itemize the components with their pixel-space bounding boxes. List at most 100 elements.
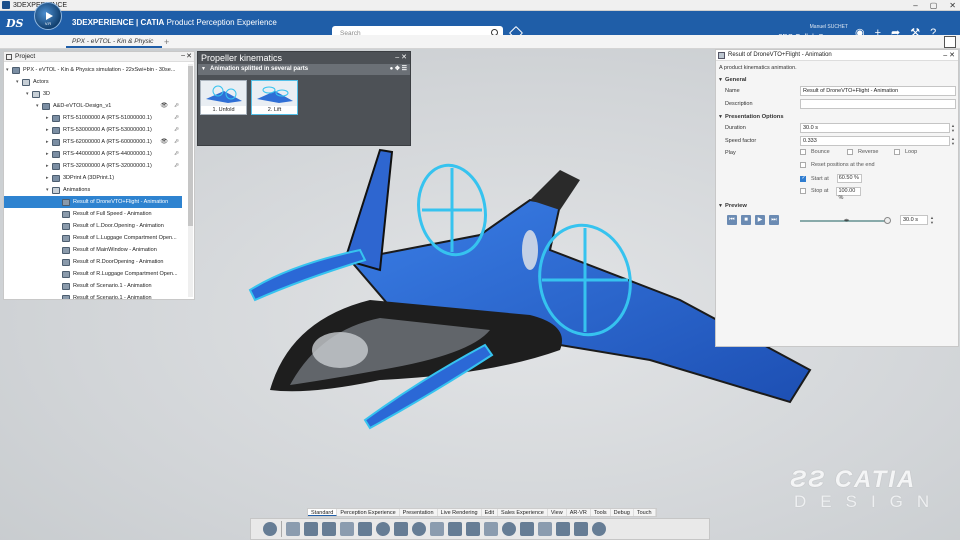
start-at-checkbox[interactable]: Start at 60.50 %: [800, 174, 862, 183]
checkbox-box[interactable]: [800, 188, 806, 194]
pin-icon[interactable]: ⬀: [174, 124, 179, 136]
tree-node[interactable]: Result of Scenario.1 - Animation: [4, 292, 182, 299]
document-tab[interactable]: PPX - eVTOL - Kin & Physic: [66, 36, 162, 48]
section-general[interactable]: ▼ General: [716, 75, 958, 85]
tree-node[interactable]: Result of DroneVTO+Flight - Animation: [4, 196, 182, 208]
action-tab[interactable]: Standard: [308, 509, 338, 516]
duration-spinner-icon[interactable]: ▲ ▼: [951, 123, 955, 133]
action-tab[interactable]: Live Rendering: [438, 509, 482, 516]
stop-at-field[interactable]: 100.00 %: [836, 186, 862, 201]
tree-node[interactable]: Result of L.Door.Opening - Animation: [4, 220, 182, 232]
name-field[interactable]: Result of DroneVTO+Flight - Animation: [800, 86, 956, 96]
speed-field[interactable]: 0.333: [800, 135, 950, 146]
thumbnail-unfold[interactable]: 1. Unfold: [200, 80, 247, 115]
pin-icon[interactable]: ⬀: [174, 160, 179, 172]
new-tab-icon[interactable]: +: [164, 36, 169, 48]
tree-node[interactable]: Result of Scenario.1 - Animation: [4, 280, 182, 292]
paint-icon[interactable]: [448, 522, 462, 536]
camera-icon[interactable]: [322, 522, 336, 536]
loop-checkbox[interactable]: Loop: [894, 149, 917, 155]
action-tab[interactable]: Sales Experience: [498, 509, 548, 516]
checkbox-box[interactable]: [800, 149, 806, 155]
action-tab[interactable]: Tools: [591, 509, 611, 516]
tree-node[interactable]: Result of R.DoorOpening - Animation: [4, 256, 182, 268]
skip-back-icon[interactable]: ⏮: [727, 215, 737, 225]
pin-icon[interactable]: ⬀: [174, 100, 179, 112]
play-animation-icon[interactable]: [394, 522, 408, 536]
reverse-checkbox[interactable]: Reverse: [847, 149, 878, 155]
render-icon[interactable]: [340, 522, 354, 536]
kinematics-subheader[interactable]: ▼ Animation splitted in several parts ● …: [198, 64, 410, 75]
pin-icon[interactable]: ⬀: [174, 136, 179, 148]
action-tab[interactable]: Debug: [611, 509, 634, 516]
tree-node[interactable]: ▸ RTS-51000000 A (RTS-51000000.1) ⬀: [4, 112, 182, 124]
tree-view-icon[interactable]: [286, 522, 300, 536]
tree-node[interactable]: Result of R.Luggage Compartment Open...: [4, 268, 182, 280]
publish-icon[interactable]: [574, 522, 588, 536]
checkbox-box[interactable]: [800, 175, 806, 182]
description-field[interactable]: [800, 98, 956, 109]
tree-node[interactable]: ▸ RTS-32000000 A (RTS-32000000.1) ⬀: [4, 160, 182, 172]
kinematics-tools-icon[interactable]: ● ✥ ☰: [390, 64, 407, 75]
section-icon[interactable]: [538, 522, 552, 536]
environment-icon[interactable]: [376, 522, 390, 536]
tree-node[interactable]: ▾ Actors: [4, 76, 182, 88]
section-presentation[interactable]: ▼ Presentation Options: [716, 112, 958, 122]
bounce-checkbox[interactable]: Bounce: [800, 149, 830, 155]
ds-logo-icon[interactable]: DS: [6, 17, 26, 30]
checkbox-box[interactable]: [800, 161, 806, 168]
action-tab[interactable]: Perception Experience: [337, 509, 400, 516]
collapse-icon[interactable]: ▼: [201, 64, 206, 75]
skip-forward-icon[interactable]: ⏭: [769, 215, 779, 225]
search-tool-icon[interactable]: [502, 522, 516, 536]
preview-slider[interactable]: ⇹: [800, 217, 891, 224]
annotation-icon[interactable]: [556, 522, 570, 536]
light-icon[interactable]: [358, 522, 372, 536]
action-tab[interactable]: Touch: [634, 509, 656, 516]
visibility-eye-icon[interactable]: 👁: [160, 136, 168, 148]
start-at-field[interactable]: 60.50 %: [836, 174, 862, 183]
tree-node[interactable]: Result of MainWindow - Animation: [4, 244, 182, 256]
zoom-icon[interactable]: [263, 522, 277, 536]
capture-icon[interactable]: [430, 522, 444, 536]
pin-icon[interactable]: ⬀: [174, 148, 179, 160]
tree-node[interactable]: ▸ RTS-44000000 A (RTS-44000000.1) ⬀: [4, 148, 182, 160]
close-kinematics-icon[interactable]: – ✕: [395, 52, 407, 64]
tree-node[interactable]: ▾ PPX - eVTOL - Kin & Physics simulation …: [4, 64, 182, 76]
checkbox-box[interactable]: [894, 149, 900, 155]
preview-spinner-icon[interactable]: ▲ ▼: [930, 215, 934, 225]
action-tab[interactable]: Edit: [482, 509, 499, 516]
tree-node[interactable]: ▸ RTS-53000000 A (RTS-53000000.1) ⬀: [4, 124, 182, 136]
tree-node[interactable]: ▸ RTS-62000000 A (RTS-60000000.1) 👁 ⬀: [4, 136, 182, 148]
reset-checkbox[interactable]: Reset positions at the end: [800, 161, 875, 168]
tree-node[interactable]: Result of L.Luggage Compartment Open...: [4, 232, 182, 244]
action-tab[interactable]: View: [548, 509, 567, 516]
slider-knob[interactable]: [884, 217, 891, 224]
pin-icon[interactable]: ⬀: [174, 112, 179, 124]
section-preview[interactable]: ▼ Preview: [716, 201, 958, 211]
maximize-icon[interactable]: ▢: [930, 0, 938, 11]
tree-node[interactable]: ▾ Animations: [4, 184, 182, 196]
minimize-panel-icon[interactable]: –: [181, 52, 185, 59]
visibility-eye-icon[interactable]: 👁: [160, 100, 168, 112]
tree-node[interactable]: ▾ 3D: [4, 88, 182, 100]
compass-button[interactable]: V.R: [34, 2, 62, 30]
settings-gear-icon[interactable]: [592, 522, 606, 536]
close-properties-icon[interactable]: – ✕: [943, 50, 955, 61]
kinematics-icon[interactable]: [412, 522, 426, 536]
tree-node[interactable]: Result of Full Speed - Animation: [4, 208, 182, 220]
measure-icon[interactable]: [520, 522, 534, 536]
stop-at-checkbox[interactable]: Stop at 100.00 %: [800, 186, 862, 201]
action-tab[interactable]: AR-VR: [567, 509, 591, 516]
play-icon[interactable]: ▶: [755, 215, 765, 225]
stop-icon[interactable]: ■: [741, 215, 751, 225]
fullscreen-icon[interactable]: [944, 36, 956, 48]
explode-icon[interactable]: [484, 522, 498, 536]
thumbnail-lift[interactable]: 2. Lift: [251, 80, 298, 115]
preview-time-field[interactable]: 30.0 s: [900, 215, 928, 225]
fit-all-icon[interactable]: [304, 522, 318, 536]
tree-scrollbar-thumb[interactable]: [188, 66, 193, 226]
action-tab[interactable]: Presentation: [400, 509, 438, 516]
minimize-icon[interactable]: –: [913, 0, 917, 11]
tree-scrollbar[interactable]: [188, 64, 193, 297]
